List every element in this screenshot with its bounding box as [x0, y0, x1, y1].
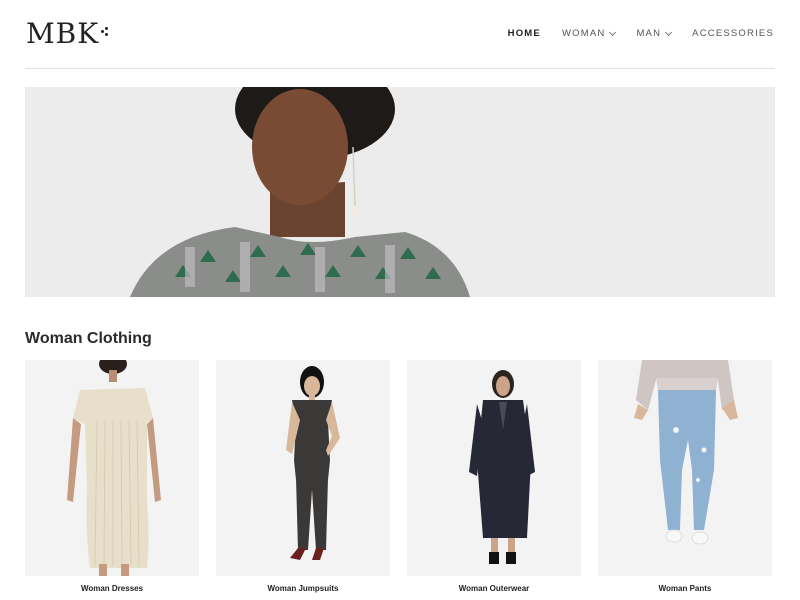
nav-item-label: HOME — [507, 28, 541, 39]
hero-banner[interactable] — [25, 87, 775, 297]
product-image — [407, 360, 581, 576]
main-nav: HOME WOMAN MAN ACCESSORIES — [508, 28, 774, 39]
nav-item-label: WOMAN — [561, 28, 606, 39]
product-label[interactable]: Woman Outerwear — [407, 584, 581, 593]
product-label[interactable]: Woman Dresses — [25, 584, 199, 593]
product-label[interactable]: Woman Jumpsuits — [216, 584, 390, 593]
nav-item-accessories[interactable]: ACCESSORIES — [692, 28, 774, 39]
site-header: MBK HOME WOMAN MAN ACCESSORIES — [0, 0, 800, 70]
brand-logo[interactable]: MBK — [26, 18, 109, 50]
section-title: Woman Clothing — [25, 330, 152, 347]
logo-text: MBK — [26, 17, 100, 50]
nav-item-label: MAN — [636, 28, 662, 39]
hero-model-image — [25, 87, 775, 297]
product-image — [598, 360, 772, 576]
product-card[interactable]: Woman Jumpsuits — [216, 360, 390, 593]
chevron-down-icon — [609, 28, 617, 36]
product-image — [25, 360, 199, 576]
logo-dots-icon — [101, 27, 109, 37]
product-card[interactable]: Woman Outerwear — [407, 360, 581, 593]
product-image — [216, 360, 390, 576]
chevron-down-icon — [665, 28, 673, 36]
product-card[interactable]: Woman Pants — [598, 360, 772, 593]
nav-item-man[interactable]: MAN — [636, 28, 673, 39]
product-label[interactable]: Woman Pants — [598, 584, 772, 593]
nav-item-home[interactable]: HOME — [508, 28, 541, 39]
nav-item-label: ACCESSORIES — [692, 28, 774, 39]
header-divider — [25, 68, 775, 69]
product-grid: Woman Dresses Woman Jumpsuits Woman Oute… — [25, 360, 775, 593]
product-card[interactable]: Woman Dresses — [25, 360, 199, 593]
nav-item-woman[interactable]: WOMAN — [561, 28, 617, 39]
